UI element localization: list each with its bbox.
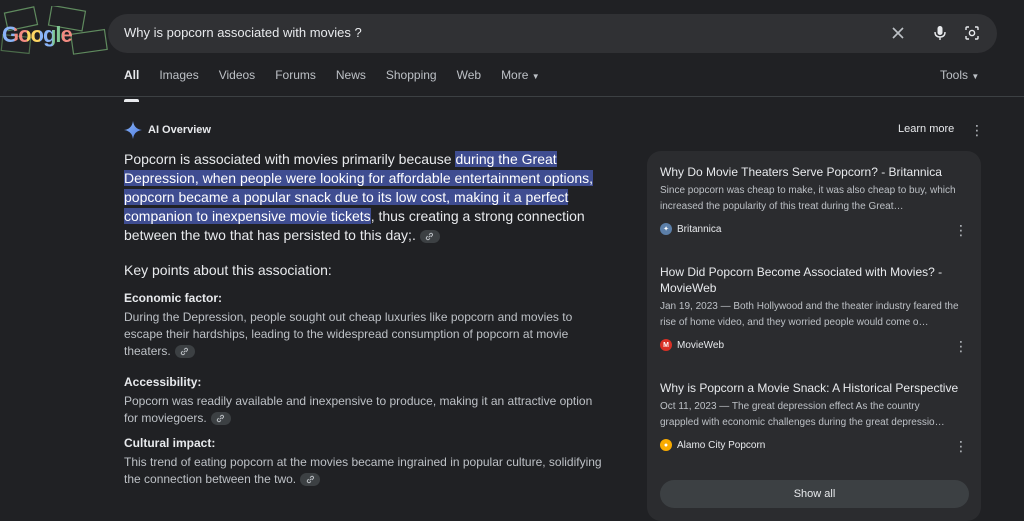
more-options-icon[interactable]: ⋮ [954, 439, 968, 453]
tab-shopping[interactable]: Shopping [386, 68, 437, 92]
citation-link-icon[interactable] [300, 473, 321, 487]
key-points-title: Key points about this association: [124, 262, 332, 278]
ai-overview-summary: Popcorn is associated with movies primar… [124, 150, 599, 245]
tools-label: Tools [940, 68, 969, 82]
source-snippet: Oct 11, 2023 — The great depression effe… [660, 401, 945, 428]
tab-more[interactable]: More ▼ [501, 68, 540, 92]
citation-link-icon[interactable] [419, 229, 440, 243]
britannica-favicon-icon: ✦ [660, 223, 672, 235]
more-options-icon[interactable]: ⋮ [954, 339, 968, 353]
microphone-icon[interactable] [930, 23, 950, 43]
source-snippet: Since popcorn was cheap to make, it was … [660, 185, 956, 212]
gemini-sparkle-icon [124, 121, 142, 139]
lens-camera-icon[interactable] [962, 23, 982, 43]
tab-news[interactable]: News [336, 68, 366, 92]
more-options-icon[interactable]: ⋮ [954, 223, 968, 237]
clear-icon[interactable] [888, 23, 908, 43]
point-text: Popcorn was readily available and inexpe… [124, 393, 609, 427]
caret-down-icon: ▼ [531, 72, 540, 81]
point-body: This trend of eating popcorn at the movi… [124, 455, 602, 486]
learn-more-link[interactable]: Learn more [898, 123, 954, 135]
more-options-icon[interactable]: ⋮ [970, 123, 984, 137]
tools-button[interactable]: Tools ▼ [940, 68, 979, 82]
source-title[interactable]: How Did Popcorn Become Associated with M… [660, 264, 972, 296]
tab-more-label: More [501, 68, 529, 82]
citation-link-icon[interactable] [174, 345, 195, 359]
caret-down-icon: ▼ [971, 72, 980, 81]
sources-panel: Why Do Movie Theaters Serve Popcorn? - B… [647, 151, 981, 521]
source-site-name: Britannica [677, 223, 722, 235]
source-title[interactable]: Why Do Movie Theaters Serve Popcorn? - B… [660, 164, 972, 180]
google-logo[interactable]: Google [2, 22, 80, 48]
show-all-button[interactable]: Show all [660, 480, 969, 508]
source-title[interactable]: Why is Popcorn a Movie Snack: A Historic… [660, 380, 972, 396]
search-tabs: All Images Videos Forums News Shopping W… [124, 68, 560, 102]
ai-overview-title: AI Overview [148, 124, 211, 136]
ai-overview-header: AI Overview [124, 121, 211, 139]
movieweb-favicon-icon: M [660, 339, 672, 351]
tab-web[interactable]: Web [457, 68, 481, 92]
tab-forums[interactable]: Forums [275, 68, 316, 92]
point-heading: Accessibility: [124, 375, 202, 389]
source-site-name: Alamo City Popcorn [677, 439, 766, 451]
tab-images[interactable]: Images [159, 68, 198, 92]
citation-link-icon[interactable] [210, 412, 231, 426]
point-heading: Economic factor: [124, 291, 223, 305]
search-bar[interactable]: Why is popcorn associated with movies ? [108, 14, 997, 53]
source-snippet: Jan 19, 2023 — Both Hollywood and the th… [660, 301, 959, 328]
point-heading: Cultural impact: [124, 436, 216, 450]
alamo-favicon-icon: ● [660, 439, 672, 451]
tab-videos[interactable]: Videos [219, 68, 255, 92]
point-text: This trend of eating popcorn at the movi… [124, 454, 609, 488]
source-site[interactable]: M MovieWeb [660, 339, 724, 351]
source-site-name: MovieWeb [677, 339, 725, 351]
header: Google Why is popcorn associated with mo… [0, 0, 1024, 102]
source-site[interactable]: ✦ Britannica [660, 223, 721, 235]
tab-all[interactable]: All [124, 68, 140, 102]
point-body: Popcorn was readily available and inexpe… [124, 394, 593, 425]
logo-text: Google [2, 22, 73, 47]
summary-pre: Popcorn is associated with movies primar… [124, 151, 456, 167]
point-text: During the Depression, people sought out… [124, 309, 609, 360]
source-site[interactable]: ● Alamo City Popcorn [660, 439, 765, 451]
search-input[interactable]: Why is popcorn associated with movies ? [124, 25, 362, 40]
